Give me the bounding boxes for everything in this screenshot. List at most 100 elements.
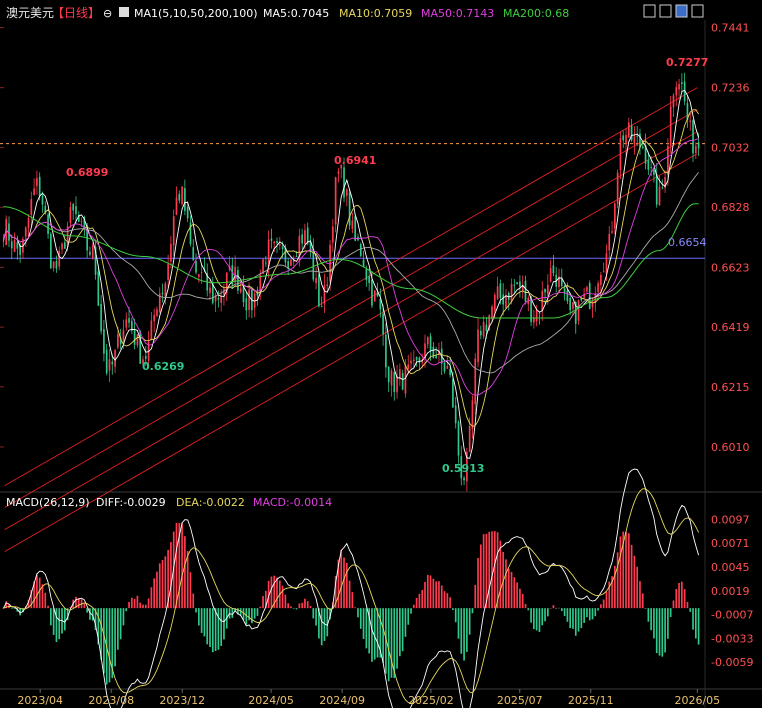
macd-bar: [499, 540, 502, 609]
candle-body: [373, 290, 376, 302]
annotation-high-1: 0.6899: [66, 166, 108, 179]
macd-bar: [616, 552, 619, 609]
candle-body: [273, 241, 276, 244]
ma-toggle-icon[interactable]: [119, 7, 129, 17]
macd-bar: [507, 568, 510, 609]
candle-body: [697, 142, 700, 149]
macd-bar: [404, 608, 407, 637]
macd-tick-label: -0.0033: [711, 632, 753, 645]
candle-body: [385, 334, 387, 368]
macd-bar: [206, 608, 209, 645]
price-tick-label: 0.7032: [711, 141, 750, 154]
candle-body: [306, 227, 309, 244]
macd-bar: [505, 559, 507, 609]
macd-bar: [457, 608, 460, 639]
candle-body: [348, 192, 351, 226]
macd-bar: [558, 607, 560, 609]
candle-body: [519, 281, 521, 288]
macd-bar: [524, 604, 527, 609]
toolbar-icon-1[interactable]: [643, 4, 656, 18]
date-tick-label: 2026/05: [674, 694, 720, 707]
macd-bar: [248, 608, 250, 621]
candle-body: [61, 243, 63, 250]
macd-bar: [521, 593, 524, 609]
macd-bar: [694, 608, 697, 639]
macd-bar: [203, 608, 206, 637]
macd-tick-label: 0.0097: [711, 513, 750, 526]
candle-body: [315, 278, 317, 283]
macd-bar: [396, 608, 398, 669]
candle-body: [672, 95, 675, 108]
macd-header: MACD(26,12,9) DIFF:-0.0029 DEA:-0.0022 M…: [6, 496, 332, 509]
ma10-value: MA10:0.7059: [339, 7, 412, 20]
candle-body: [368, 276, 370, 283]
macd-bar: [602, 599, 605, 609]
macd-bar: [281, 585, 284, 609]
candle-body: [209, 287, 211, 294]
macd-bar: [477, 557, 479, 609]
candle-body: [591, 301, 594, 308]
candle-body: [265, 262, 267, 264]
candle-body: [332, 226, 334, 243]
candle-body: [270, 238, 273, 241]
candle-body: [396, 376, 398, 393]
candle-body: [474, 358, 477, 405]
macd-bar: [569, 608, 572, 629]
candle-body: [58, 250, 61, 267]
candle-body: [493, 294, 496, 311]
macd-bar: [223, 608, 225, 640]
toolbar-icon-4[interactable]: [691, 4, 704, 18]
candle-body: [457, 421, 460, 456]
candle-body: [281, 246, 284, 250]
macd-bar: [641, 593, 644, 609]
macd-bar: [563, 608, 566, 617]
macd-bar: [142, 604, 144, 609]
macd-bar: [315, 608, 317, 626]
candle-body: [647, 160, 650, 170]
macd-bar: [667, 608, 669, 639]
macd-bar: [580, 608, 583, 629]
candle-body: [153, 314, 156, 322]
chart-stage: 澳元美元 【日线】 ⊖ MA1(5,10,50,200,100) MA5:0.7…: [0, 0, 762, 708]
macd-bar: [209, 608, 211, 648]
macd-value: MACD:-0.0014: [253, 496, 332, 509]
candle-body: [572, 302, 574, 309]
candle-body: [446, 366, 449, 369]
candle-body: [630, 125, 633, 141]
macd-bar: [672, 600, 675, 609]
macd-bar: [276, 577, 278, 609]
toolbar-icon-3[interactable]: [675, 4, 688, 18]
macd-bar: [466, 608, 468, 652]
ma5-line: [2, 89, 700, 459]
macd-label: MACD(26,12,9): [6, 496, 90, 509]
macd-bar: [125, 608, 128, 612]
settings-icon[interactable]: ⊖: [103, 7, 112, 20]
macd-bar: [435, 581, 437, 609]
macd-bar: [38, 577, 41, 609]
candle-body: [505, 295, 507, 309]
candle-body: [69, 207, 72, 223]
macd-bar: [555, 608, 558, 609]
macd-bar: [242, 608, 245, 621]
macd-bar: [52, 608, 55, 635]
macd-bar: [256, 608, 259, 616]
macd-bar: [482, 534, 485, 609]
candle-body: [499, 283, 502, 298]
macd-bar: [605, 591, 608, 609]
macd-dea-line: [3, 488, 700, 704]
macd-dea-value: DEA:-0.0022: [176, 496, 245, 509]
macd-bar: [426, 574, 429, 609]
toolbar-icon-2[interactable]: [659, 4, 672, 18]
candle-body: [91, 245, 94, 259]
macd-bar: [128, 601, 130, 609]
macd-bar: [292, 608, 295, 609]
macd-bar: [371, 608, 373, 662]
candle-body: [72, 204, 75, 211]
macd-bar: [122, 608, 125, 626]
ma-label: MA1(5,10,50,200,100): [134, 7, 258, 20]
macd-bar: [312, 608, 315, 619]
price-tick-label: 0.6010: [711, 441, 750, 454]
macd-bar: [527, 608, 530, 611]
macd-bar: [619, 536, 622, 609]
candle-body: [52, 261, 55, 269]
